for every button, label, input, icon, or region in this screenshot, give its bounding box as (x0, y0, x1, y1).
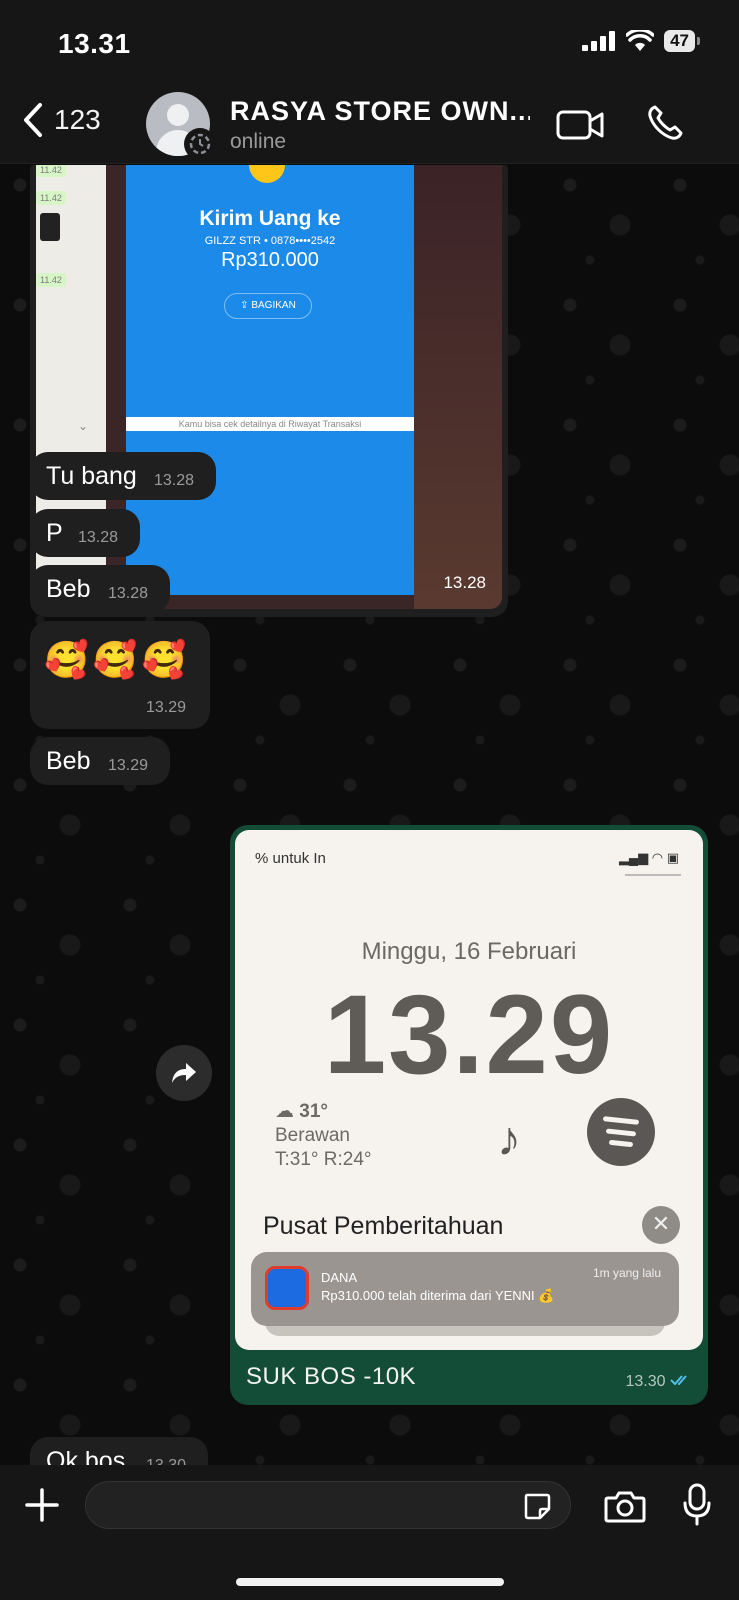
message-text: Ok bos (46, 1447, 126, 1465)
wifi-icon (626, 30, 655, 51)
weather-condition: Berawan (275, 1125, 350, 1146)
side-time: 11.42 (36, 165, 66, 177)
weather-temp: 31° (299, 1101, 329, 1122)
share-button: ⇪ BAGIKAN (224, 293, 312, 319)
transfer-footer: Kamu bisa cek detailnya di Riwayat Trans… (178, 419, 362, 429)
status-ring-icon (184, 128, 216, 160)
weather-widget: ☁ 31° Berawan T:31° R:24° (275, 1100, 372, 1172)
message-time-read: 13.30 (626, 1373, 693, 1391)
transfer-recipient: GILZZ STR • 0878••••2542 (204, 235, 336, 247)
message-time: 13.30 (146, 1457, 186, 1465)
side-time: 11.42 (36, 273, 66, 287)
message-bubble[interactable]: P 13.28 (30, 509, 140, 557)
message-time: 13.28 (108, 585, 149, 602)
side-time: 11.42 (36, 191, 66, 205)
cloud-icon: ☁ (275, 1101, 294, 1122)
forward-arrow-icon (172, 1063, 196, 1083)
transfer-title: Kirim Uang ke (199, 207, 341, 230)
home-indicator[interactable] (236, 1578, 504, 1586)
microphone-icon[interactable] (682, 1483, 712, 1527)
message-time: 13.29 (108, 757, 149, 774)
notification-card: DANA 1m yang lalu Rp310.000 telah diteri… (251, 1252, 679, 1326)
screenshot-top-text: % untuk In (255, 850, 326, 867)
sticker-icon[interactable] (522, 1491, 552, 1521)
message-bubble[interactable]: Beb 13.29 (30, 737, 170, 785)
status-bar: 13.31 47 (0, 0, 739, 88)
transfer-amount: Rp310.000 (221, 249, 319, 271)
message-time: 13.29 (146, 699, 187, 716)
message-time: 13.28 (154, 472, 195, 489)
message-text: Beb (46, 747, 91, 775)
message-bubble[interactable]: Beb 13.28 (30, 565, 170, 613)
notification-app: DANA (321, 1270, 358, 1285)
signal-icon (582, 31, 616, 51)
message-time: 13.28 (78, 529, 119, 546)
contact-status: online (230, 130, 287, 153)
camera-icon[interactable] (604, 1489, 646, 1523)
share-icon: ⇪ (240, 300, 252, 311)
message-time: 13.28 (443, 573, 486, 592)
tiktok-icon: ♪ (497, 1113, 521, 1166)
message-text: Beb (46, 575, 91, 603)
chevron-left-icon (24, 103, 42, 137)
message-bubble[interactable]: Ok bos 13.30 (30, 1437, 208, 1465)
dana-app-icon (265, 1266, 309, 1310)
battery-indicator: 47 (664, 30, 700, 52)
message-text: P (46, 519, 63, 547)
back-button[interactable]: 123 (22, 102, 101, 138)
status-time: 13.31 (58, 28, 131, 59)
close-icon: ✕ (642, 1206, 680, 1244)
phone-call-icon[interactable] (646, 104, 684, 142)
message-field[interactable] (86, 1482, 486, 1528)
notification-body: Rp310.000 telah diterima dari YENNI 💰 (321, 1288, 555, 1303)
weather-range: T:31° R:24° (275, 1149, 372, 1170)
contact-name[interactable]: RASYA STORE OWN... (230, 96, 530, 127)
video-call-icon[interactable] (556, 108, 604, 142)
message-bubble[interactable]: Tu bang 13.28 (30, 452, 216, 500)
check-coin-icon (249, 165, 285, 183)
lockscreen-screenshot[interactable]: % untuk In ▂▄▆ ◠ ▣ Minggu, 16 Februari 1… (235, 830, 703, 1350)
notification-time: 1m yang lalu (592, 1266, 661, 1280)
emoji-message: 🥰🥰🥰 (44, 639, 191, 680)
outgoing-message[interactable]: % untuk In ▂▄▆ ◠ ▣ Minggu, 16 Februari 1… (230, 825, 708, 1405)
message-text: SUK BOS -10K (246, 1363, 417, 1390)
message-text: Tu bang (46, 462, 137, 490)
spotify-icon (587, 1098, 655, 1166)
message-input[interactable] (85, 1481, 571, 1529)
chat-area[interactable]: 11.42 11.42 11.42 ⌄ Kirim Uang ke GILZZ … (0, 165, 739, 1465)
plus-icon[interactable] (24, 1487, 60, 1523)
message-bubble[interactable]: 🥰🥰🥰 13.29 (30, 621, 210, 729)
double-check-icon (670, 1375, 687, 1386)
lockscreen-clock: 13.29 (323, 972, 615, 1097)
notification-center-title: Pusat Pemberitahuan (263, 1212, 504, 1240)
unread-count: 123 (54, 104, 101, 135)
screenshot-status-icons: ▂▄▆ ◠ ▣ (618, 850, 679, 865)
lockscreen-date: Minggu, 16 Februari (361, 938, 577, 965)
forward-button[interactable] (156, 1045, 212, 1101)
chat-header: 123 RASYA STORE OWN... online (0, 88, 739, 164)
